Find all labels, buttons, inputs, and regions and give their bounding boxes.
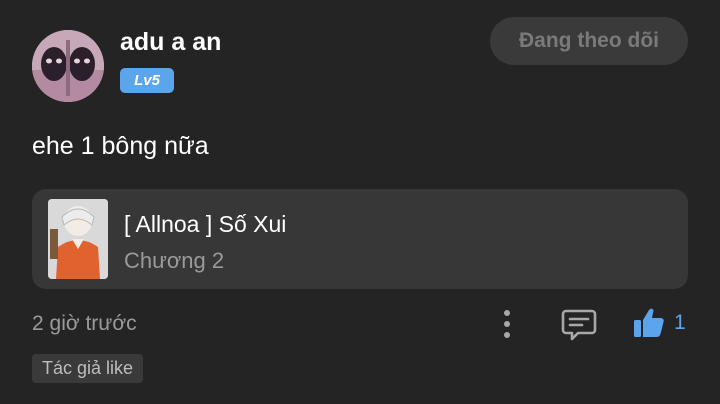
avatar[interactable] [32, 30, 104, 102]
more-vertical-icon [504, 310, 510, 338]
username[interactable]: adu a an [120, 28, 221, 57]
like-count: 1 [674, 311, 686, 334]
thumbs-up-icon [634, 308, 664, 337]
like-button[interactable]: 1 [632, 303, 686, 343]
author-liked-badge: Tác giả like [32, 354, 144, 383]
chapter-link-card[interactable]: [ Allnoa ] Số Xui Chương 2 [32, 189, 688, 289]
chapter-label: Chương 2 [124, 248, 225, 273]
follow-button[interactable]: Đang theo dõi [490, 17, 688, 65]
comment-card: adu a an Lv5 Đang theo dõi ehe 1 bông nữ… [0, 0, 720, 404]
reply-button[interactable] [560, 305, 598, 343]
timestamp: 2 giờ trước [32, 312, 137, 335]
manga-title: [ Allnoa ] Số Xui [124, 211, 287, 237]
manga-cover-image [48, 199, 108, 279]
comment-text: ehe 1 bông nữa [32, 132, 209, 160]
more-options-button[interactable] [494, 306, 520, 342]
level-badge: Lv5 [120, 68, 174, 93]
comment-bubble-icon [561, 309, 597, 341]
